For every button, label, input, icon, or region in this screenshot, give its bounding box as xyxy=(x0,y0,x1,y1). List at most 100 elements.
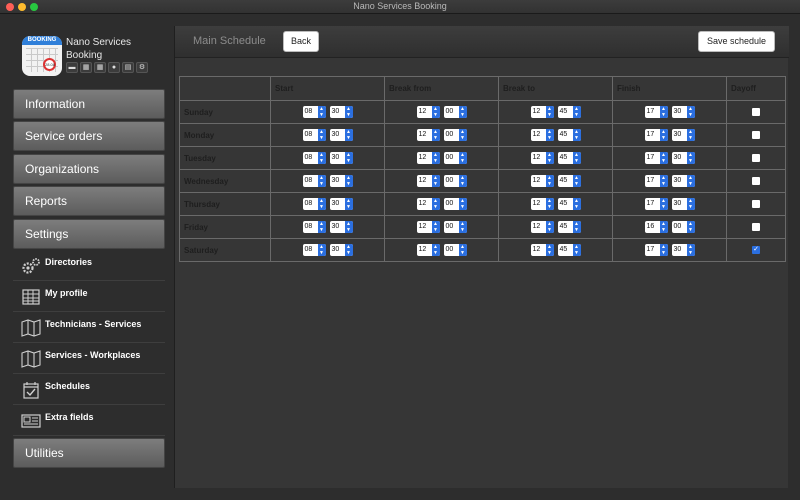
minute-select[interactable]: 45 ▲ ▼ xyxy=(557,105,581,118)
save-schedule-button[interactable]: Save schedule xyxy=(698,31,775,52)
user-icon[interactable]: ● xyxy=(108,62,120,73)
menu-utilities[interactable]: Utilities xyxy=(13,438,165,468)
minute-select[interactable]: 00 ▲ ▼ xyxy=(443,151,467,164)
submenu-services-workplaces[interactable]: Services - Workplaces xyxy=(13,343,165,374)
hour-select[interactable]: 08 ▲ ▼ xyxy=(302,243,326,256)
hour-select[interactable]: 12 ▲ ▼ xyxy=(530,197,554,210)
dayoff-checkbox[interactable] xyxy=(752,130,760,139)
hour-select[interactable]: 17 ▲ ▼ xyxy=(644,243,668,256)
table-row: Saturday 08 ▲ ▼ 30 ▲ ▼ 12 ▲ ▼ 00 ▲ ▼ 12 ▲ ▼ 45 ▲ ▼ 17 ▲ ▼ 30 ▲ ▼… xyxy=(179,238,786,262)
menu-settings[interactable]: Settings xyxy=(13,219,165,249)
menu-organizations[interactable]: Organizations xyxy=(13,154,165,184)
hour-select[interactable]: 17 ▲ ▼ xyxy=(644,174,668,187)
minute-select[interactable]: 45 ▲ ▼ xyxy=(557,243,581,256)
select-value: 12 xyxy=(418,222,427,230)
hour-select[interactable]: 12 ▲ ▼ xyxy=(416,128,440,141)
menu-information[interactable]: Information xyxy=(13,89,165,119)
minute-select[interactable]: 45 ▲ ▼ xyxy=(557,174,581,187)
minute-select[interactable]: 30 ▲ ▼ xyxy=(671,197,695,210)
dayoff-checkbox[interactable] xyxy=(752,222,760,231)
select-value: 45 xyxy=(559,153,568,161)
minute-select[interactable]: 30 ▲ ▼ xyxy=(329,243,353,256)
dayoff-checkbox[interactable] xyxy=(752,199,760,208)
select-value: 30 xyxy=(331,222,340,230)
logo-pin: 28.08 xyxy=(43,58,56,71)
hour-select[interactable]: 12 ▲ ▼ xyxy=(530,128,554,141)
table-icon xyxy=(22,289,40,305)
updown-chevron-icon: ▲ ▼ xyxy=(686,151,695,164)
calendar-icon[interactable]: ▦ xyxy=(94,62,106,73)
minute-select[interactable]: 45 ▲ ▼ xyxy=(557,151,581,164)
minute-select[interactable]: 30 ▲ ▼ xyxy=(329,105,353,118)
minute-select[interactable]: 30 ▲ ▼ xyxy=(671,243,695,256)
back-button[interactable]: Back xyxy=(283,31,319,52)
minute-select[interactable]: 30 ▲ ▼ xyxy=(671,174,695,187)
minute-select[interactable]: 00 ▲ ▼ xyxy=(443,197,467,210)
submenu-extra-fields[interactable]: Extra fields xyxy=(13,405,165,436)
menu-service-orders[interactable]: Service orders xyxy=(13,121,165,151)
minute-select[interactable]: 30 ▲ ▼ xyxy=(329,220,353,233)
hour-select[interactable]: 17 ▲ ▼ xyxy=(644,151,668,164)
time-cell-start: 08 ▲ ▼ 30 ▲ ▼ xyxy=(270,123,385,147)
updown-chevron-icon: ▲ ▼ xyxy=(431,174,440,187)
dayoff-checkbox[interactable]: ✓ xyxy=(752,245,760,254)
updown-chevron-icon: ▲ ▼ xyxy=(545,243,554,256)
column-header: Break to xyxy=(498,76,613,101)
hour-select[interactable]: 16 ▲ ▼ xyxy=(644,220,668,233)
minute-select[interactable]: 30 ▲ ▼ xyxy=(329,174,353,187)
hour-select[interactable]: 17 ▲ ▼ xyxy=(644,105,668,118)
time-cell-break-from: 12 ▲ ▼ 00 ▲ ▼ xyxy=(384,238,499,262)
minute-select[interactable]: 00 ▲ ▼ xyxy=(443,128,467,141)
dayoff-checkbox[interactable] xyxy=(752,176,760,185)
minute-select[interactable]: 45 ▲ ▼ xyxy=(557,128,581,141)
hour-select[interactable]: 12 ▲ ▼ xyxy=(416,220,440,233)
gears-icon[interactable]: ⚙ xyxy=(136,62,148,73)
minute-select[interactable]: 00 ▲ ▼ xyxy=(443,174,467,187)
folder-icon[interactable]: ▬ xyxy=(66,62,78,73)
time-cell-finish: 17 ▲ ▼ 30 ▲ ▼ xyxy=(612,146,727,170)
dayoff-checkbox[interactable] xyxy=(752,107,760,116)
hour-select[interactable]: 17 ▲ ▼ xyxy=(644,128,668,141)
hour-select[interactable]: 12 ▲ ▼ xyxy=(416,151,440,164)
hour-select[interactable]: 12 ▲ ▼ xyxy=(530,105,554,118)
minute-select[interactable]: 30 ▲ ▼ xyxy=(329,128,353,141)
window-title: Nano Services Booking xyxy=(353,1,447,11)
minute-select[interactable]: 45 ▲ ▼ xyxy=(557,197,581,210)
submenu-schedules[interactable]: Schedules xyxy=(13,374,165,405)
hour-select[interactable]: 12 ▲ ▼ xyxy=(416,243,440,256)
submenu-technicians-services[interactable]: Technicians - Services xyxy=(13,312,165,343)
time-cell-break-to: 12 ▲ ▼ 45 ▲ ▼ xyxy=(498,169,613,193)
minute-select[interactable]: 30 ▲ ▼ xyxy=(329,151,353,164)
hour-select[interactable]: 17 ▲ ▼ xyxy=(644,197,668,210)
minute-select[interactable]: 00 ▲ ▼ xyxy=(443,105,467,118)
minute-select[interactable]: 30 ▲ ▼ xyxy=(671,128,695,141)
minute-select[interactable]: 00 ▲ ▼ xyxy=(443,243,467,256)
minute-select[interactable]: 45 ▲ ▼ xyxy=(557,220,581,233)
submenu-my-profile[interactable]: My profile xyxy=(13,281,165,312)
hour-select[interactable]: 08 ▲ ▼ xyxy=(302,197,326,210)
minute-select[interactable]: 00 ▲ ▼ xyxy=(671,220,695,233)
hour-select[interactable]: 12 ▲ ▼ xyxy=(416,105,440,118)
minute-select[interactable]: 30 ▲ ▼ xyxy=(671,105,695,118)
hour-select[interactable]: 08 ▲ ▼ xyxy=(302,128,326,141)
dayoff-checkbox[interactable] xyxy=(752,153,760,162)
hour-select[interactable]: 08 ▲ ▼ xyxy=(302,151,326,164)
minute-select[interactable]: 30 ▲ ▼ xyxy=(671,151,695,164)
menu-reports[interactable]: Reports xyxy=(13,186,165,216)
hour-select[interactable]: 08 ▲ ▼ xyxy=(302,174,326,187)
book-icon[interactable]: ▤ xyxy=(122,62,134,73)
hour-select[interactable]: 12 ▲ ▼ xyxy=(416,174,440,187)
hour-select[interactable]: 08 ▲ ▼ xyxy=(302,220,326,233)
minute-select[interactable]: 30 ▲ ▼ xyxy=(329,197,353,210)
hour-select[interactable]: 12 ▲ ▼ xyxy=(530,174,554,187)
select-value: 30 xyxy=(331,245,340,253)
select-value: 30 xyxy=(673,107,682,115)
minute-select[interactable]: 00 ▲ ▼ xyxy=(443,220,467,233)
calendar-icon[interactable]: ▦ xyxy=(80,62,92,73)
submenu-directories[interactable]: Directories xyxy=(13,250,165,281)
hour-select[interactable]: 12 ▲ ▼ xyxy=(530,151,554,164)
hour-select[interactable]: 12 ▲ ▼ xyxy=(530,220,554,233)
hour-select[interactable]: 12 ▲ ▼ xyxy=(530,243,554,256)
hour-select[interactable]: 12 ▲ ▼ xyxy=(416,197,440,210)
hour-select[interactable]: 08 ▲ ▼ xyxy=(302,105,326,118)
